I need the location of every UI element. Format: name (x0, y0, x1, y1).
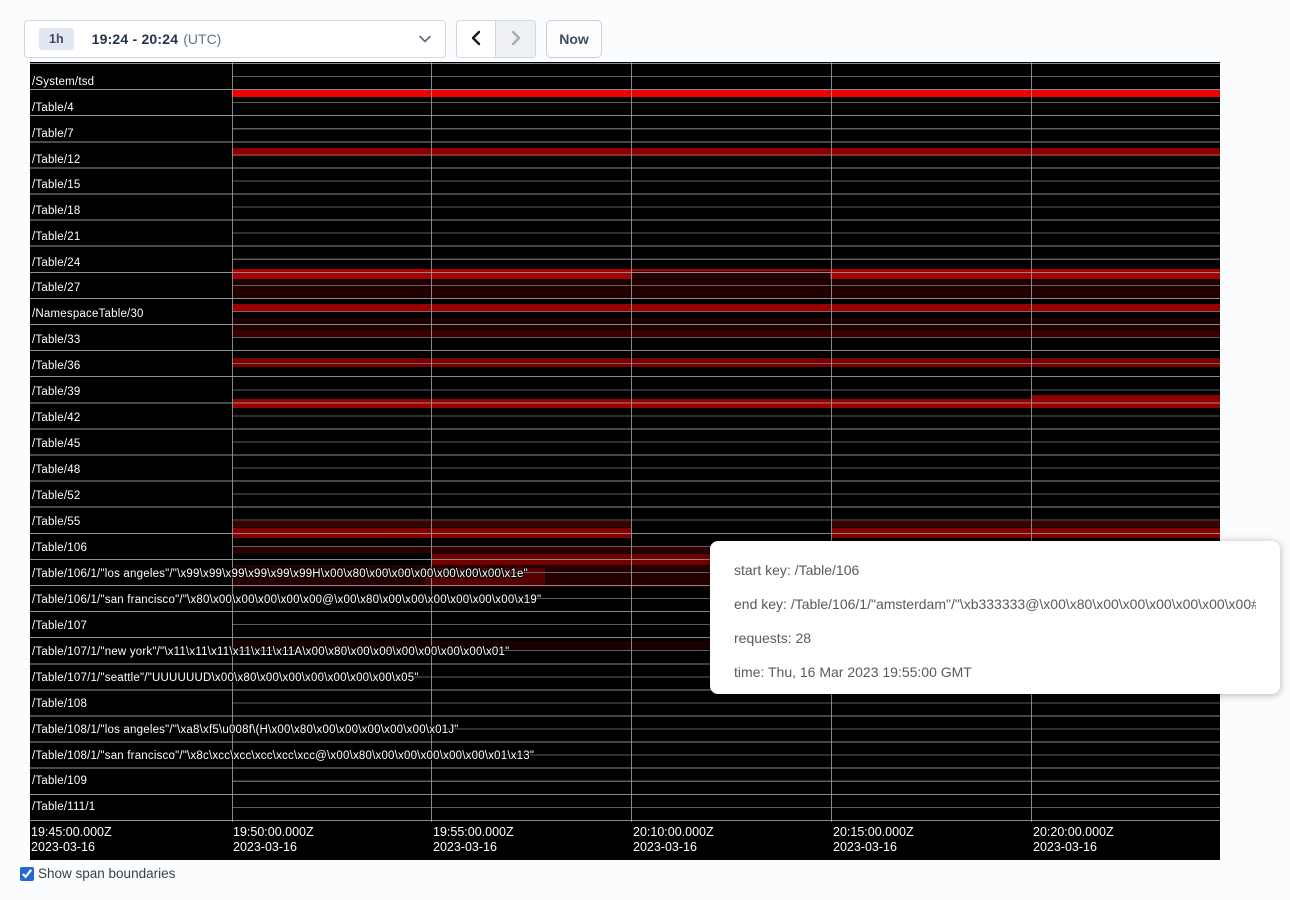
heat-band (232, 148, 1220, 156)
x-tick-date: 2023-03-16 (233, 840, 314, 855)
row-label: /System/tsd (32, 75, 94, 90)
x-tick-time: 19:50:00.000Z (233, 825, 314, 840)
row-label: /Table/106 (32, 541, 87, 556)
row-label: /Table/55 (32, 515, 80, 530)
heat-band (232, 304, 1220, 312)
row-label: /Table/36 (32, 359, 80, 374)
row-label: /Table/45 (32, 437, 80, 452)
row-label: /Table/12 (32, 153, 80, 168)
row-label: /Table/24 (32, 256, 80, 271)
row-label: /Table/111/1 (32, 800, 95, 815)
tooltip-time: time: Thu, 16 Mar 2023 19:55:00 GMT (734, 655, 1256, 689)
heat-band (232, 358, 1220, 367)
tooltip-start-key: start key: /Table/106 (734, 553, 1256, 587)
footer: Show span boundaries (20, 866, 175, 881)
row-label: /Table/52 (32, 489, 80, 504)
x-tick-time: 20:20:00.000Z (1033, 825, 1114, 840)
row-label: /Table/27 (32, 281, 80, 296)
tooltip-end-key: end key: /Table/106/1/"amsterdam"/"\xb33… (734, 587, 1256, 621)
span-boundary-lines-dense (232, 63, 1220, 823)
row-label: /Table/15 (32, 178, 80, 193)
row-label: /Table/108/1/"los angeles"/"\xa8\xf5\u00… (32, 723, 459, 738)
row-label: /Table/106/1/"los angeles"/"\x99\x99\x99… (32, 567, 528, 582)
x-tick-date: 2023-03-16 (1033, 840, 1114, 855)
time-range-selector[interactable]: 1h 19:24 - 20:24 (UTC) (24, 20, 446, 58)
x-axis-tick: 20:10:00.000Z2023-03-16 (633, 825, 714, 855)
heat-band (232, 399, 1220, 408)
heat-band (232, 280, 1220, 299)
chevron-down-icon (419, 35, 431, 43)
heat-band (232, 330, 1220, 337)
row-label: /Table/18 (32, 204, 80, 219)
x-tick-date: 2023-03-16 (833, 840, 914, 855)
span-boundaries-checkbox[interactable] (20, 867, 34, 881)
heat-band (632, 271, 830, 279)
row-label: /Table/39 (32, 385, 80, 400)
heat-band (232, 89, 1220, 97)
heat-band (232, 528, 631, 538)
key-visualizer-canvas[interactable]: /System/tsd/Table/4/Table/7/Table/12/Tab… (30, 62, 1220, 860)
row-label: /Table/4 (32, 101, 74, 116)
x-axis-tick: 19:45:00.000Z2023-03-16 (31, 825, 112, 855)
heat-band (832, 528, 1220, 538)
row-label: /Table/106/1/"san francisco"/"\x80\x00\x… (32, 593, 541, 608)
heat-band (832, 521, 1220, 527)
prev-time-button[interactable] (456, 20, 496, 58)
x-axis-tick: 19:50:00.000Z2023-03-16 (233, 825, 314, 855)
row-label: /Table/48 (32, 463, 80, 478)
now-button[interactable]: Now (546, 20, 602, 58)
vertical-gridline (631, 62, 632, 822)
time-range-text: 19:24 - 20:24 (92, 31, 179, 47)
x-tick-date: 2023-03-16 (433, 840, 514, 855)
vertical-gridline (232, 62, 233, 822)
row-label: /Table/108 (32, 697, 87, 712)
x-tick-time: 19:45:00.000Z (31, 825, 112, 840)
heat-band (232, 521, 631, 527)
vertical-gridline (831, 62, 832, 822)
row-label: /Table/33 (32, 333, 80, 348)
tooltip-requests: requests: 28 (734, 621, 1256, 655)
x-tick-time: 20:15:00.000Z (833, 825, 914, 840)
row-label: /Table/107 (32, 619, 87, 634)
toolbar: 1h 19:24 - 20:24 (UTC) Now (24, 20, 602, 58)
x-tick-date: 2023-03-16 (633, 840, 714, 855)
heat-band (232, 318, 1220, 336)
time-range-chip: 1h (39, 28, 74, 50)
row-label: /Table/7 (32, 127, 74, 142)
heat-band (1032, 395, 1220, 399)
x-tick-time: 19:55:00.000Z (433, 825, 514, 840)
tooltip: start key: /Table/106 end key: /Table/10… (710, 541, 1280, 694)
row-label: /NamespaceTable/30 (32, 307, 144, 322)
span-boundaries-label[interactable]: Show span boundaries (38, 866, 175, 881)
row-label: /Table/107/1/"new york"/"\x11\x11\x11\x1… (32, 645, 509, 660)
key-visualizer-page: 1h 19:24 - 20:24 (UTC) Now /Syste (0, 0, 1290, 900)
row-label: /Table/42 (32, 411, 80, 426)
vertical-gridline (431, 62, 432, 822)
next-time-button[interactable] (496, 20, 536, 58)
chevron-left-icon (471, 30, 481, 49)
heat-band (232, 269, 1220, 279)
span-boundary-lines-sparse (30, 63, 1220, 823)
row-label: /Table/109 (32, 774, 87, 789)
heat-band (425, 568, 545, 585)
x-axis-tick: 19:55:00.000Z2023-03-16 (433, 825, 514, 855)
row-label: /Table/21 (32, 230, 80, 245)
vertical-gridline (1031, 62, 1032, 822)
x-axis-tick: 20:20:00.000Z2023-03-16 (1033, 825, 1114, 855)
row-label: /Table/107/1/"seattle"/"UUUUUUD\x00\x80\… (32, 671, 419, 686)
row-label: /Table/108/1/"san francisco"/"\x8c\xcc\x… (32, 749, 534, 764)
time-range-utc: (UTC) (183, 31, 221, 47)
x-axis-tick: 20:15:00.000Z2023-03-16 (833, 825, 914, 855)
x-tick-time: 20:10:00.000Z (633, 825, 714, 840)
time-nav-group (456, 20, 536, 58)
x-tick-date: 2023-03-16 (31, 840, 112, 855)
chevron-right-icon (511, 30, 521, 49)
